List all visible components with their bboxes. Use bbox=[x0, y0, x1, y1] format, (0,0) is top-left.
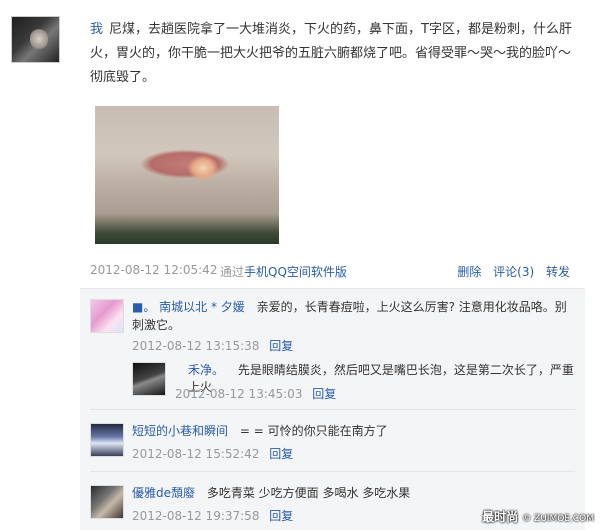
forward-link[interactable]: 转发 bbox=[546, 265, 570, 279]
post-source: 通过手机QQ空间软件版 bbox=[220, 263, 347, 280]
comments-section: ■。 南城以北 * 夕媛 亲爱的，长青春痘啦，上火这么厉害? 注意用化妆品咯。别… bbox=[80, 288, 585, 530]
reply-meta: 2012-08-12 13:45:03 回复 bbox=[175, 385, 336, 402]
comment-item: 優雅de頹廢 多吃青菜 少吃方便面 多喝水 多吃水果 bbox=[132, 484, 410, 501]
comment-meta: 2012-08-12 13:15:38 回复 bbox=[132, 337, 293, 354]
comment-text: 多吃青菜 少吃方便面 多喝水 多吃水果 bbox=[206, 486, 411, 500]
post-photo[interactable] bbox=[95, 106, 279, 244]
reply-link[interactable]: 回复 bbox=[269, 339, 293, 353]
commenter-avatar[interactable] bbox=[90, 299, 124, 333]
comment-item: ■。 南城以北 * 夕媛 亲爱的，长青春痘啦，上火这么厉害? 注意用化妆品咯。别… bbox=[132, 298, 572, 334]
post-actions: 删除 评论(3) 转发 bbox=[449, 263, 570, 280]
post-text: 我尼煤，去趟医院拿了一大堆消炎，下火的药，鼻下面，T字区，都是粉刺，什么肝火，胃… bbox=[80, 18, 580, 90]
post-content: 我尼煤，去趟医院拿了一大堆消炎，下火的药，鼻下面，T字区，都是粉刺，什么肝火，胃… bbox=[80, 18, 580, 90]
comment-text: = = 可怜的你只能在南方了 bbox=[239, 424, 388, 438]
commenter-avatar[interactable] bbox=[90, 423, 124, 457]
commenter-avatar[interactable] bbox=[132, 362, 166, 396]
site-watermark: 最时尚 © ZUIMOE.COM bbox=[482, 508, 594, 525]
post-source-link[interactable]: 手机QQ空间软件版 bbox=[244, 265, 347, 279]
comment-divider bbox=[90, 409, 575, 410]
reply-link[interactable]: 回复 bbox=[269, 509, 293, 523]
commenter-avatar[interactable] bbox=[90, 485, 124, 519]
commenter-name[interactable]: 短短的小巷和瞬间 bbox=[132, 424, 228, 438]
comment-meta: 2012-08-12 19:37:58 回复 bbox=[132, 507, 293, 524]
commenter-name[interactable]: 優雅de頹廢 bbox=[132, 486, 195, 500]
comment-time: 2012-08-12 13:15:38 bbox=[132, 339, 260, 353]
delete-link[interactable]: 删除 bbox=[457, 265, 481, 279]
comment-time: 2012-08-12 15:52:42 bbox=[132, 447, 260, 461]
commenter-name[interactable]: 禾净。 bbox=[188, 363, 224, 377]
commenter-name[interactable]: ■。 南城以北 * 夕媛 bbox=[132, 300, 245, 314]
watermark-logo: 最时尚 bbox=[482, 510, 519, 524]
post-body: 尼煤，去趟医院拿了一大堆消炎，下火的药，鼻下面，T字区，都是粉刺，什么肝火，胃火… bbox=[90, 22, 572, 85]
author-avatar[interactable] bbox=[11, 16, 60, 63]
comment-time: 2012-08-12 13:45:03 bbox=[175, 387, 303, 401]
comment-time: 2012-08-12 19:37:58 bbox=[132, 509, 260, 523]
comment-item: 短短的小巷和瞬间 = = 可怜的你只能在南方了 bbox=[132, 422, 388, 439]
watermark-url: © ZUIMOE.COM bbox=[522, 514, 594, 524]
post-time: 2012-08-12 12:05:42 bbox=[90, 263, 218, 277]
post-source-prefix: 通过 bbox=[220, 265, 245, 279]
post-author-link[interactable]: 我 bbox=[90, 22, 103, 37]
comment-meta: 2012-08-12 15:52:42 回复 bbox=[132, 445, 293, 462]
reply-link[interactable]: 回复 bbox=[269, 447, 293, 461]
reply-link[interactable]: 回复 bbox=[312, 387, 336, 401]
post-meta: 2012-08-12 12:05:42 通过手机QQ空间软件版 删除 评论(3)… bbox=[90, 263, 570, 279]
comment-divider bbox=[90, 471, 575, 472]
comment-link[interactable]: 评论(3) bbox=[493, 265, 534, 279]
